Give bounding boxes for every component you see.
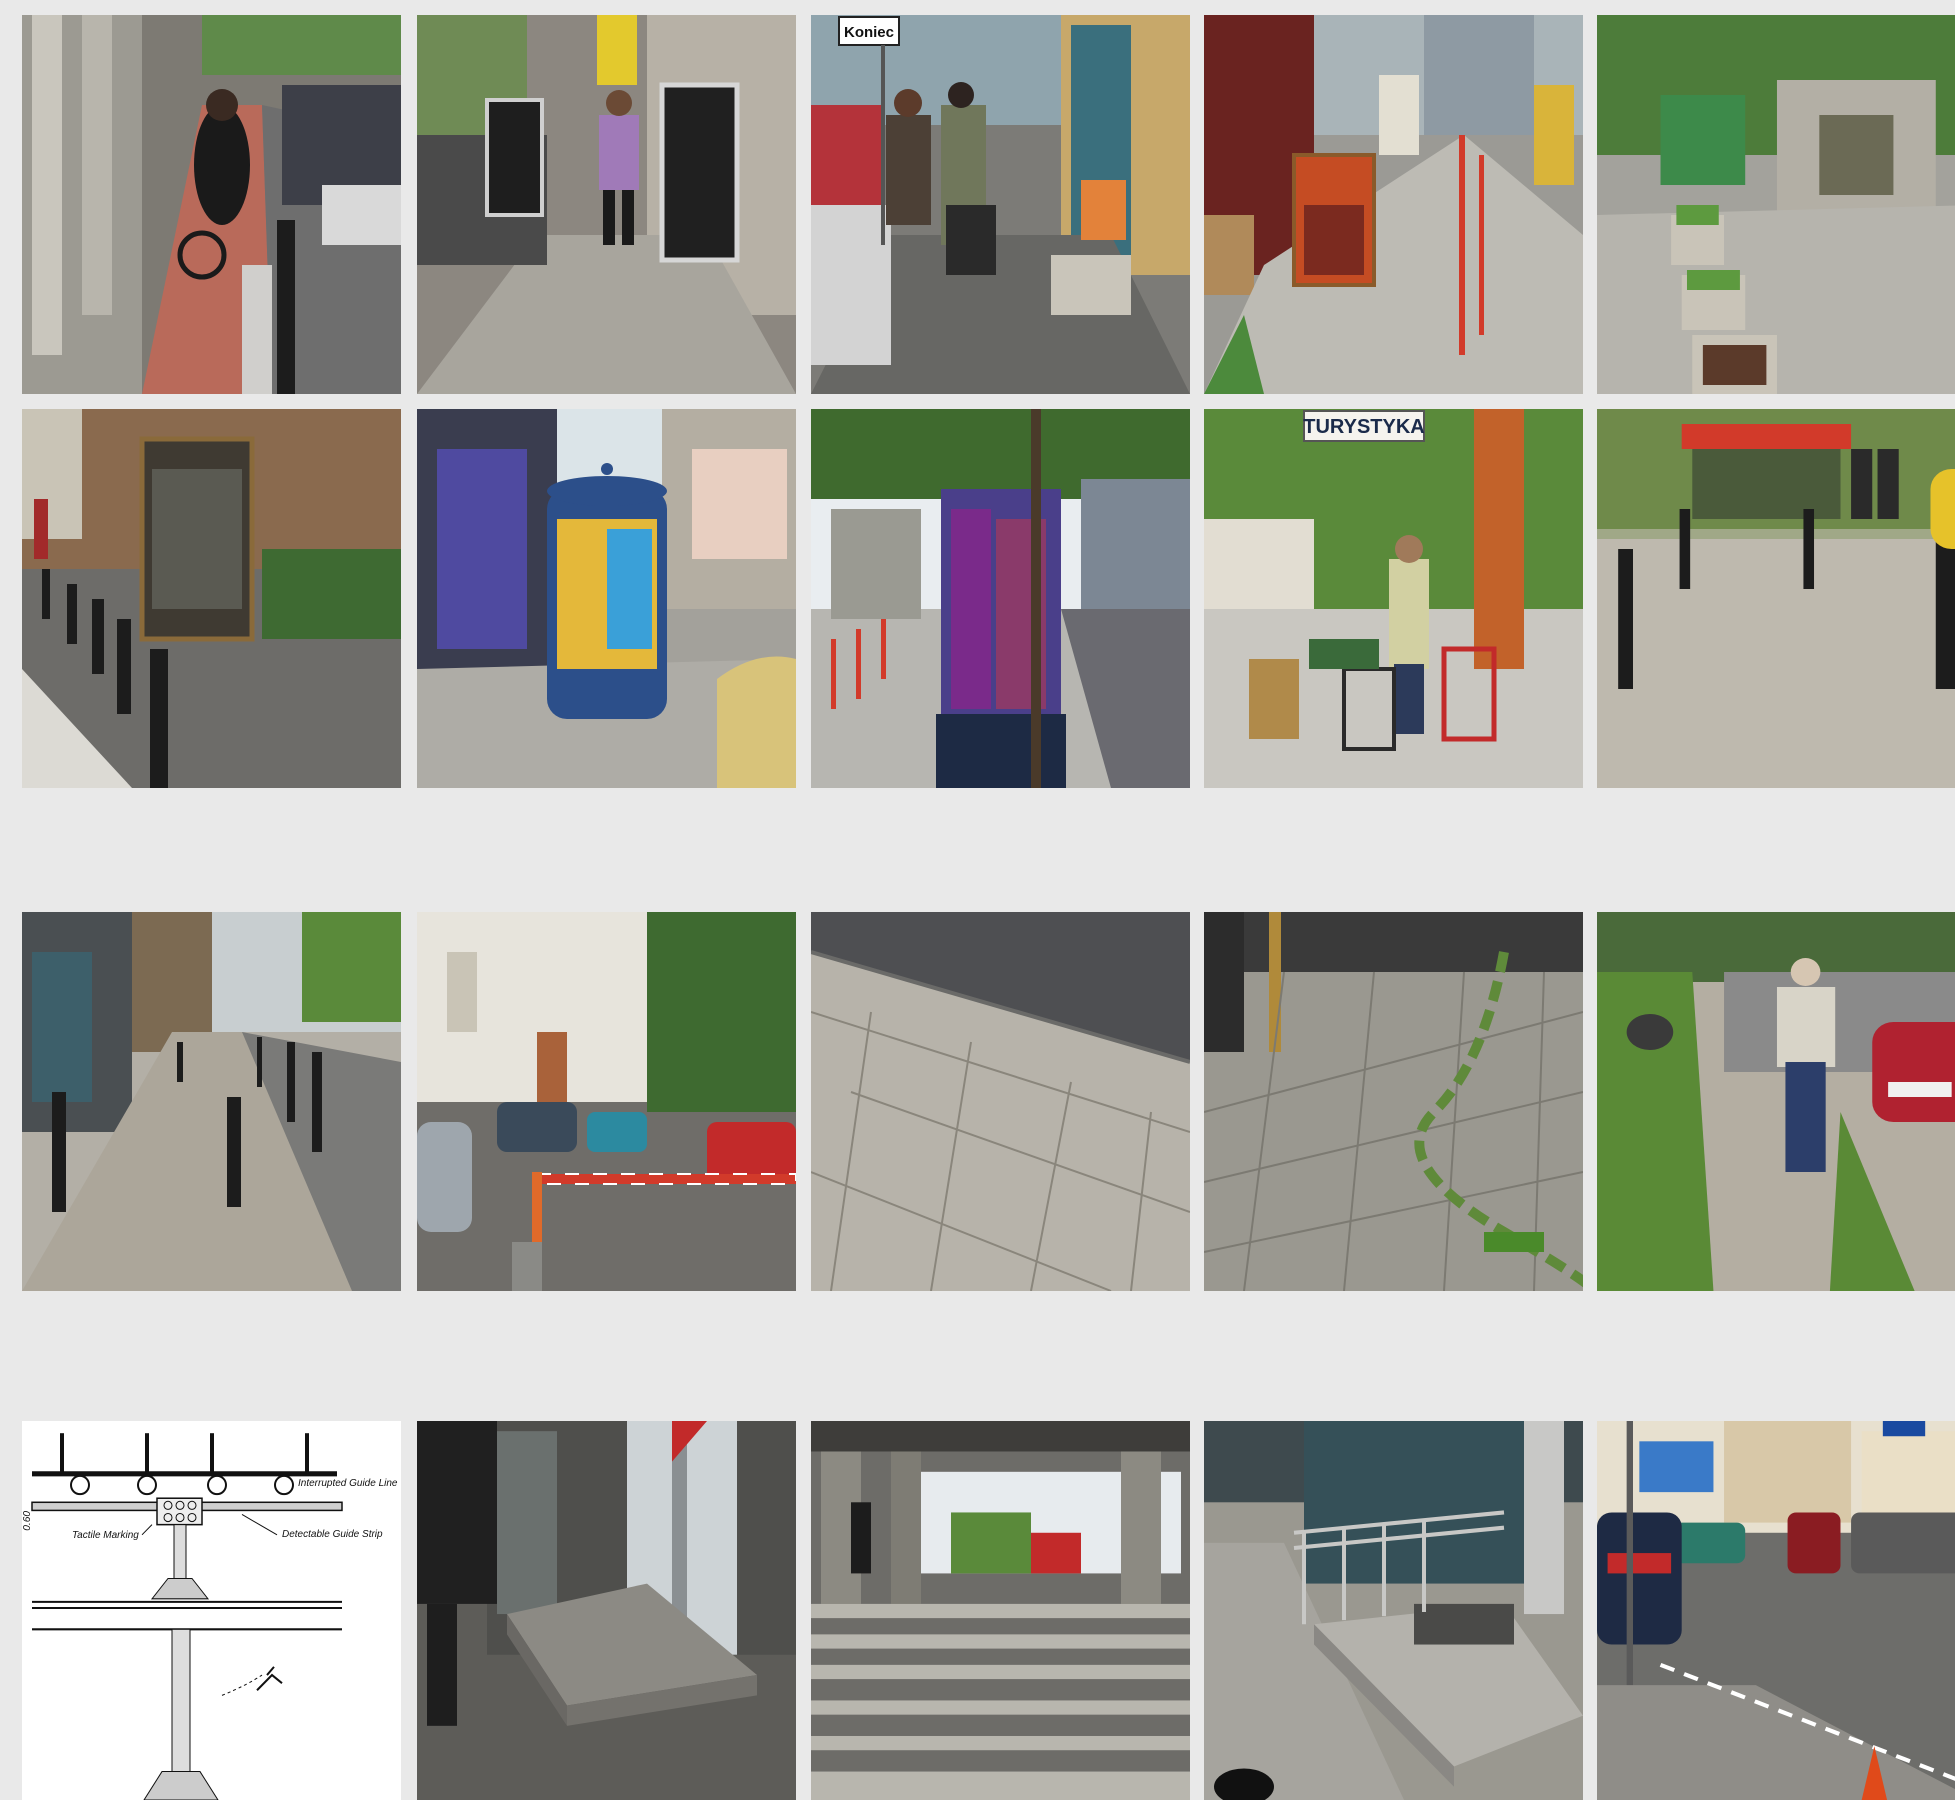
photo-entrance-steps [417, 1421, 796, 1800]
photo-tactile-guide-diagram: Interrupted Guide Line 0.60 Tactile Mark… [22, 1421, 401, 1800]
photo-koniec-street: Koniec [811, 15, 1190, 394]
photo-advertising-column [417, 409, 796, 788]
photo-parking-barrier [417, 912, 796, 1291]
photo-man-walking-dog [1597, 912, 1955, 1291]
bollard [150, 649, 168, 788]
photo-menu-boards-woman [417, 15, 796, 394]
photo-cyclist-sidewalk [22, 15, 401, 394]
bollard [52, 1092, 66, 1212]
label-interrupted-guide-line: Interrupted Guide Line [298, 1478, 398, 1489]
photo-kiosk-planters [1597, 15, 1955, 394]
photo-ramp-railings [1204, 1421, 1583, 1800]
photo-phone-booth-bollards [22, 409, 401, 788]
bollard [277, 220, 295, 394]
street-sign-text: Koniec [844, 24, 894, 41]
photo-arcade-stairs [811, 1421, 1190, 1800]
photo-poster-column-tree [811, 409, 1190, 788]
dimension-label: 0.60 [22, 1511, 33, 1531]
photo-turystyka-stall: TURYSTYKA [1204, 409, 1583, 788]
photo-restaurant-sign [1204, 15, 1583, 394]
photo-market-square [1597, 409, 1955, 788]
photo-cracked-pavement [811, 912, 1190, 1291]
label-detectable-guide-strip: Detectable Guide Strip [282, 1529, 383, 1540]
photo-bollard-lined-sidewalk [22, 912, 401, 1291]
bollard [227, 1097, 241, 1207]
label-tactile-marking: Tactile Marking [72, 1530, 139, 1541]
stall-sign-text: TURYSTYKA [1303, 416, 1424, 438]
photo-weedy-pavement [1204, 912, 1583, 1291]
photo-street-cones [1597, 1421, 1955, 1800]
